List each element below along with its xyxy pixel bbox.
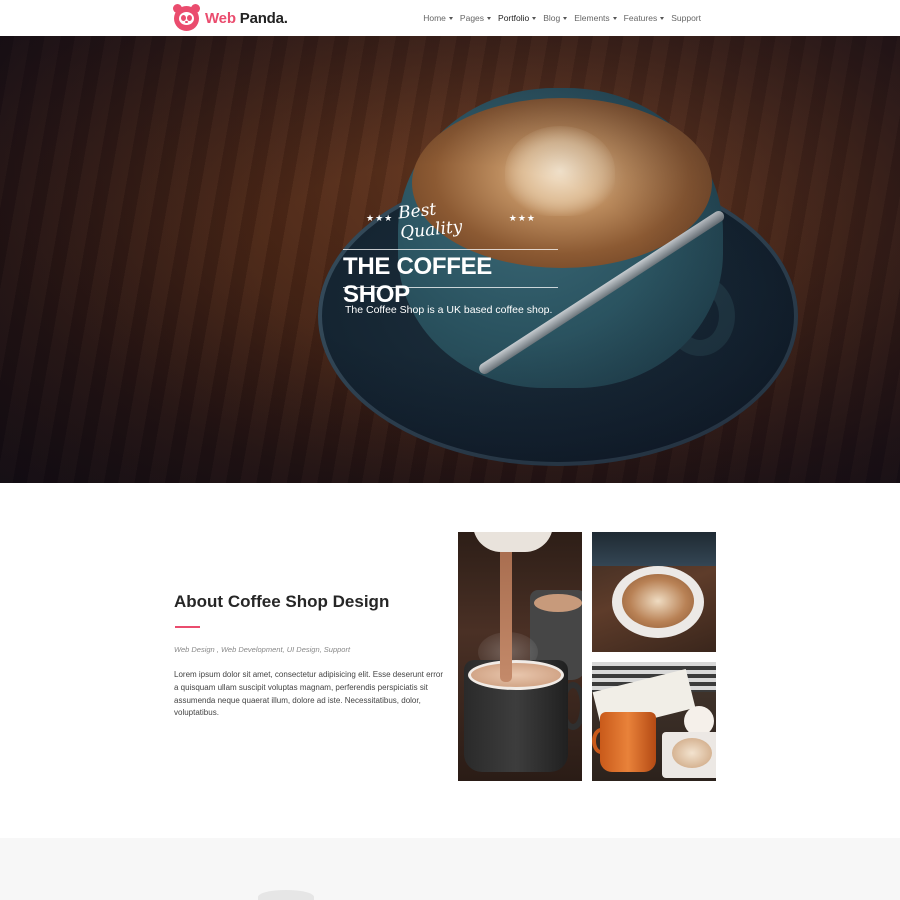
caret-down-icon xyxy=(532,16,537,20)
caret-down-icon xyxy=(660,16,665,20)
nav-item-elements[interactable]: Elements xyxy=(574,13,617,23)
gallery-image-coffee-book[interactable] xyxy=(592,662,716,781)
nav-item-portfolio[interactable]: Portfolio xyxy=(498,13,537,23)
gallery-image-latte-art[interactable] xyxy=(592,532,716,652)
hero-title: THE COFFEE SHOP xyxy=(343,253,493,308)
site-header: Web Panda. Home Pages Portfolio Blog Ele… xyxy=(0,0,900,36)
logo-text: Web Panda. xyxy=(205,10,288,27)
hero-divider-top xyxy=(343,249,558,250)
stars-right-icon: ★★★ xyxy=(508,212,536,223)
nav-item-features[interactable]: Features xyxy=(624,13,665,23)
stars-left-icon: ★★★ xyxy=(366,212,394,223)
hero-divider-bottom xyxy=(343,287,558,288)
logo-text-panda: Panda. xyxy=(239,9,288,27)
partial-image xyxy=(258,890,314,900)
hero-tagline-text: Best Quality xyxy=(397,199,464,244)
caret-down-icon xyxy=(448,16,453,20)
logo-text-web: Web xyxy=(205,9,236,27)
nav-item-label: Home xyxy=(423,13,446,23)
hero-subtitle: The Coffee Shop is a UK based coffee sho… xyxy=(345,304,553,316)
about-divider xyxy=(175,626,200,628)
nav-item-label: Blog xyxy=(543,13,561,23)
nav-item-home[interactable]: Home xyxy=(423,13,453,23)
nav-item-label: Elements xyxy=(574,13,610,23)
about-text: Lorem ipsum dolor sit amet, consectetur … xyxy=(174,670,444,718)
nav-item-pages[interactable]: Pages xyxy=(459,13,492,23)
caret-down-icon xyxy=(563,16,568,20)
nav-item-label: Features xyxy=(623,13,658,23)
nav-item-support[interactable]: Support xyxy=(671,13,701,23)
gallery-image-pouring-coffee[interactable] xyxy=(458,532,582,781)
about-tags: Web Design , Web Development, UI Design,… xyxy=(174,645,351,654)
site-logo[interactable]: Web Panda. xyxy=(173,3,288,31)
hero-tagline: ★★★ Best Quality ★★★ xyxy=(366,199,536,244)
main-nav: Home Pages Portfolio Blog Elements Featu… xyxy=(423,0,701,36)
nav-item-label: Portfolio xyxy=(498,13,530,23)
about-title: About Coffee Shop Design xyxy=(174,592,390,611)
nav-item-blog[interactable]: Blog xyxy=(543,13,568,23)
nav-item-label: Pages xyxy=(459,13,485,23)
caret-down-icon xyxy=(487,16,492,20)
caret-down-icon xyxy=(612,16,617,20)
panda-logo-icon xyxy=(173,3,200,31)
next-section xyxy=(0,838,900,900)
nav-item-label: Support xyxy=(671,13,701,23)
